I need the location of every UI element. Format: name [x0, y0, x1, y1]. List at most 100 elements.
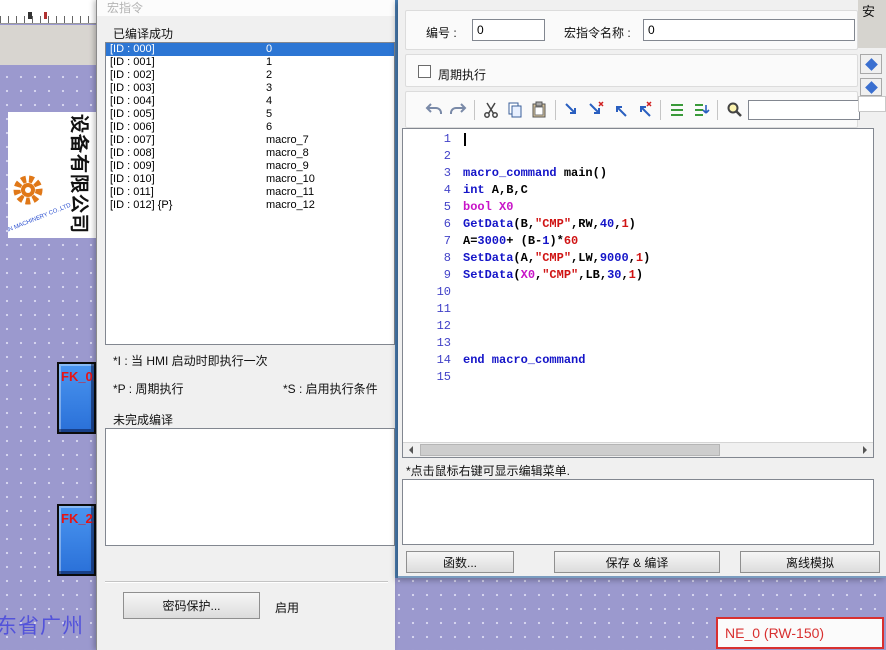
macro-list-item[interactable]: [ID : 003]3 — [106, 82, 394, 95]
left-arrow-icon — [409, 446, 413, 454]
toolbar-separator — [474, 100, 475, 120]
password-protect-button[interactable]: 密码保护... — [123, 592, 260, 619]
macro-item-name: macro_7 — [266, 134, 309, 146]
code-line[interactable]: bool X0 — [463, 199, 650, 216]
macro-list-item[interactable]: [ID : 007]macro_7 — [106, 134, 394, 147]
code-line[interactable]: macro_command main() — [463, 165, 650, 182]
code-line[interactable]: end macro_command — [463, 352, 650, 369]
code-line[interactable] — [463, 335, 650, 352]
macro-list-item[interactable]: [ID : 005]5 — [106, 108, 394, 121]
code-line[interactable]: int A,B,C — [463, 182, 650, 199]
macro-list[interactable]: [ID : 000]0[ID : 001]1[ID : 002]2[ID : 0… — [105, 42, 395, 345]
macro-list-item[interactable]: [ID : 010]macro_10 — [106, 173, 394, 186]
macro-item-id: [ID : 012] {P} — [110, 199, 266, 212]
cut-button[interactable] — [479, 97, 503, 123]
line-number: 13 — [403, 335, 455, 352]
ruler — [0, 0, 96, 24]
line-number: 1 — [403, 131, 455, 148]
copy-button[interactable] — [503, 97, 527, 123]
macro-list-item[interactable]: [ID : 001]1 — [106, 56, 394, 69]
macro-item-name: macro_10 — [266, 173, 315, 185]
macro-list-item[interactable]: [ID : 000]0 — [106, 43, 394, 56]
code-line[interactable]: A=3000+ (B-1)*60 — [463, 233, 650, 250]
find-text-input[interactable] — [748, 100, 860, 120]
line-number: 3 — [403, 165, 455, 182]
macro-list-item[interactable]: [ID : 002]2 — [106, 69, 394, 82]
uncompiled-list[interactable] — [105, 428, 395, 546]
macro-list-item[interactable]: [ID : 012] {P}macro_12 — [106, 199, 394, 212]
compiled-ok-label: 已编译成功 — [113, 25, 173, 42]
paste-button[interactable] — [527, 97, 551, 123]
bookmark-clear-button[interactable] — [632, 97, 656, 123]
redo-button[interactable] — [446, 97, 470, 123]
company-logo: 设备有限公司 ATION MACHINERY CO.,LTD — [8, 112, 96, 238]
line-number: 4 — [403, 182, 455, 199]
right-arrow-icon — [863, 446, 867, 454]
bookmark-next-button[interactable] — [584, 97, 608, 123]
bookmark-prev-icon — [610, 100, 630, 120]
find-button[interactable] — [722, 97, 746, 123]
scrollbar-thumb[interactable] — [420, 444, 720, 456]
offline-simulation-button[interactable]: 离线模拟 — [740, 551, 880, 573]
code-line[interactable]: SetData(A,"CMP",LW,9000,1) — [463, 250, 650, 267]
macro-name-input[interactable] — [643, 19, 855, 41]
line-number: 6 — [403, 216, 455, 233]
code-editor[interactable]: 123456789101112131415 macro_command main… — [402, 128, 874, 458]
hmi-canvas-text: 东省广州 — [0, 610, 84, 640]
save-compile-button[interactable]: 保存 & 编译 — [554, 551, 720, 573]
toolbar-separator — [717, 100, 718, 120]
toolbar-separator — [660, 100, 661, 120]
bookmark-toggle-button[interactable] — [560, 97, 584, 123]
code-area[interactable]: macro_command main()int A,B,Cbool X0GetD… — [463, 131, 650, 386]
list-lines-icon — [667, 100, 687, 120]
code-line[interactable] — [463, 131, 650, 148]
divider — [105, 581, 388, 583]
code-line[interactable] — [463, 148, 650, 165]
hmi-object-fk0-button[interactable]: FK_0... — [57, 362, 96, 434]
code-line[interactable]: GetData(B,"CMP",RW,40,1) — [463, 216, 650, 233]
macro-item-id: [ID : 006] — [110, 121, 266, 134]
copy-icon — [505, 100, 525, 120]
macro-id-input[interactable] — [472, 19, 545, 41]
macro-item-id: [ID : 011] — [110, 186, 266, 199]
bookmark-prev-button[interactable] — [608, 97, 632, 123]
horizontal-scrollbar[interactable] — [403, 442, 873, 457]
code-line[interactable] — [463, 301, 650, 318]
macro-list-item[interactable]: [ID : 011]macro_11 — [106, 186, 394, 199]
background-tool-button[interactable] — [860, 54, 882, 74]
hmi-object-fk2-button[interactable]: FK_2... — [57, 504, 96, 576]
code-line[interactable] — [463, 284, 650, 301]
macro-item-id: [ID : 005] — [110, 108, 266, 121]
macro-list-item[interactable]: [ID : 004]4 — [106, 95, 394, 108]
periodic-checkbox[interactable] — [418, 65, 431, 78]
paste-icon — [529, 100, 549, 120]
functions-button[interactable]: 函数... — [406, 551, 514, 573]
scroll-left-button[interactable] — [403, 443, 419, 457]
background-tool-button[interactable] — [860, 78, 882, 96]
line-number: 5 — [403, 199, 455, 216]
line-number: 14 — [403, 352, 455, 369]
macro-item-id: [ID : 007] — [110, 134, 266, 147]
macro-list-item[interactable]: [ID : 009]macro_9 — [106, 160, 394, 173]
list-lines-button[interactable] — [665, 97, 689, 123]
macro-list-item[interactable]: [ID : 006]6 — [106, 121, 394, 134]
code-line[interactable]: SetData(X0,"CMP",LB,30,1) — [463, 267, 650, 284]
background-window-fragment — [858, 96, 886, 112]
goto-line-button[interactable] — [689, 97, 713, 123]
code-line[interactable] — [463, 318, 650, 335]
macro-list-item[interactable]: [ID : 008]macro_8 — [106, 147, 394, 160]
undo-icon — [424, 100, 444, 120]
code-line[interactable] — [463, 369, 650, 386]
undo-button[interactable] — [422, 97, 446, 123]
periodic-panel: 周期执行 — [405, 54, 858, 87]
macro-list-dialog: 宏指令 已编译成功 [ID : 000]0[ID : 001]1[ID : 00… — [96, 0, 395, 650]
uncompiled-label: 未完成编译 — [113, 411, 173, 428]
hmi-object-ne-tag[interactable]: NE_0 (RW-150) — [716, 617, 884, 649]
line-number: 8 — [403, 250, 455, 267]
editor-toolbar — [405, 91, 858, 128]
ruler-marker-red — [44, 12, 47, 19]
macro-item-name: 4 — [266, 95, 272, 107]
note-periodic: *P : 周期执行 — [113, 380, 183, 397]
macro-item-name: 3 — [266, 82, 272, 94]
scroll-right-button[interactable] — [857, 443, 873, 457]
